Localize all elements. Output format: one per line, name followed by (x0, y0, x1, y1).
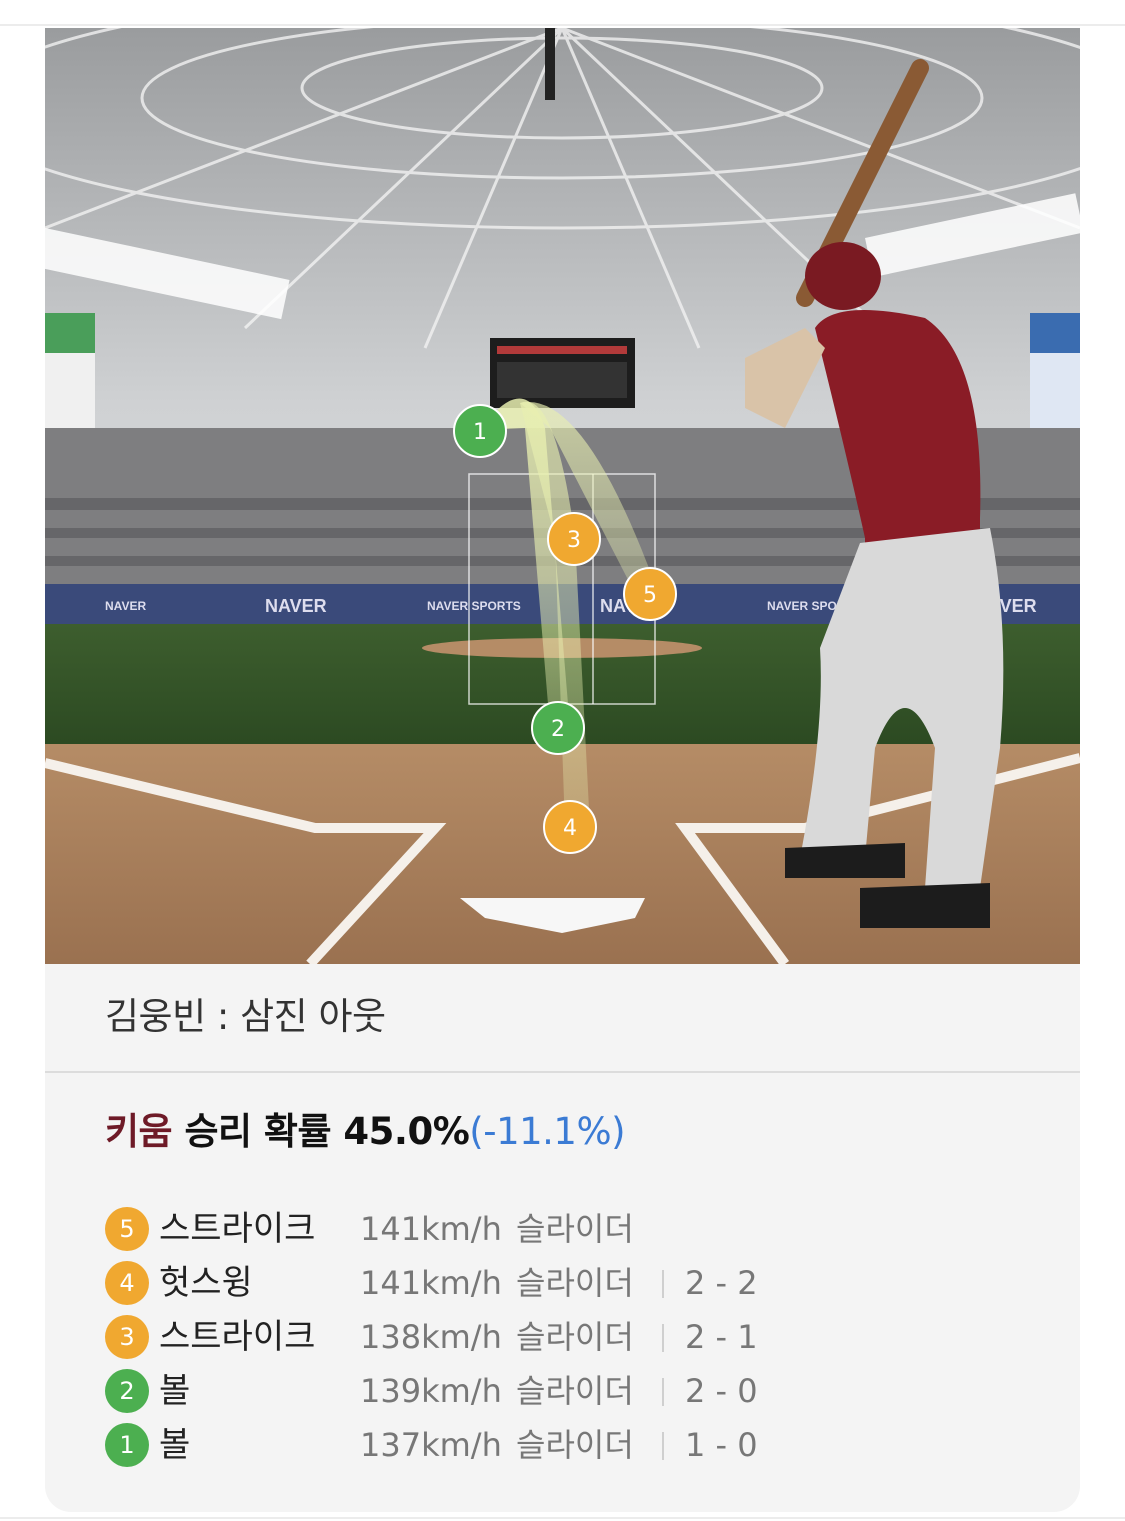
svg-text:4: 4 (563, 816, 577, 841)
pitch-marker-3[interactable]: 3 (547, 512, 601, 566)
banner-text-2: NAVER (265, 596, 327, 616)
pitch-row: 2 볼 139km/h 슬라이더 2 - 0 (105, 1366, 1045, 1420)
team-name: 키움 (105, 1110, 173, 1153)
pitch-type: 슬라이더 (516, 1264, 634, 1302)
pitch-count: 2 - 1 (685, 1318, 758, 1356)
stadium-illustration: NAVER NAVER NAVER SPORTS NAVER NAVER SPO… (45, 28, 1080, 964)
svg-text:3: 3 (567, 528, 581, 553)
pitch-row: 1 볼 137km/h 슬라이더 1 - 0 (105, 1420, 1045, 1474)
pitch-number-badge: 1 (105, 1423, 149, 1467)
pitch-result: 볼 (159, 1371, 191, 1411)
count-separator (662, 1324, 664, 1352)
pitch-type: 슬라이더 (516, 1210, 634, 1248)
pitch-count: 2 - 0 (685, 1372, 758, 1410)
pitch-marker-2[interactable]: 2 (531, 701, 585, 755)
pitch-type: 슬라이더 (516, 1318, 634, 1356)
banner-text-1: NAVER (105, 599, 146, 613)
pitch-result: 스트라이크 (159, 1317, 316, 1357)
pitch-speed: 137km/h (360, 1426, 502, 1464)
win-probability-value: 45.0% (343, 1110, 470, 1153)
pitch-marker-1[interactable]: 1 (453, 404, 507, 458)
pitch-speed: 141km/h (360, 1264, 502, 1302)
pitch-speed: 141km/h (360, 1210, 502, 1248)
pitch-card: NAVER NAVER NAVER SPORTS NAVER NAVER SPO… (45, 28, 1080, 1512)
count-separator (662, 1270, 664, 1298)
pitch-row: 4 헛스윙 141km/h 슬라이더 2 - 2 (105, 1258, 1045, 1312)
pitch-number-badge: 3 (105, 1315, 149, 1359)
svg-text:5: 5 (643, 583, 657, 608)
top-divider (0, 24, 1125, 26)
pitch-marker-5[interactable]: 5 (623, 567, 677, 621)
pitch-result: 스트라이크 (159, 1209, 316, 1249)
svg-text:2: 2 (551, 717, 565, 742)
pitch-scene: NAVER NAVER NAVER SPORTS NAVER NAVER SPO… (45, 28, 1080, 964)
pitch-type: 슬라이더 (516, 1426, 634, 1464)
pitch-result: 헛스윙 (159, 1263, 253, 1303)
pitch-row: 3 스트라이크 138km/h 슬라이더 2 - 1 (105, 1312, 1045, 1366)
pitch-number-badge: 2 (105, 1369, 149, 1413)
pitch-speed: 139km/h (360, 1372, 502, 1410)
win-probability-label: 승리 확률 (172, 1110, 344, 1153)
pitch-number-badge: 4 (105, 1261, 149, 1305)
pitch-type: 슬라이더 (516, 1372, 634, 1410)
pitch-count: 1 - 0 (685, 1426, 758, 1464)
pitch-marker-4[interactable]: 4 (543, 800, 597, 854)
win-probability-delta: (-11.1%) (469, 1110, 626, 1153)
banner-text-3: NAVER SPORTS (427, 599, 521, 613)
pitch-count: 2 - 2 (685, 1264, 758, 1302)
pitch-number-badge: 5 (105, 1207, 149, 1251)
count-separator (662, 1378, 664, 1406)
pitch-list: 5 스트라이크 141km/h 슬라이더 4 헛스윙 141km/h 슬라이더 … (105, 1204, 1045, 1474)
pitch-speed: 138km/h (360, 1318, 502, 1356)
play-result: 김웅빈 : 삼진 아웃 (105, 995, 386, 1038)
svg-text:1: 1 (473, 420, 487, 445)
pitch-row: 5 스트라이크 141km/h 슬라이더 (105, 1204, 1045, 1258)
section-divider (45, 1071, 1080, 1073)
count-separator (662, 1432, 664, 1460)
win-probability: 키움 승리 확률 45.0%(-11.1%) (105, 1101, 626, 1155)
bottom-divider (0, 1517, 1125, 1519)
pitch-result: 볼 (159, 1425, 191, 1465)
